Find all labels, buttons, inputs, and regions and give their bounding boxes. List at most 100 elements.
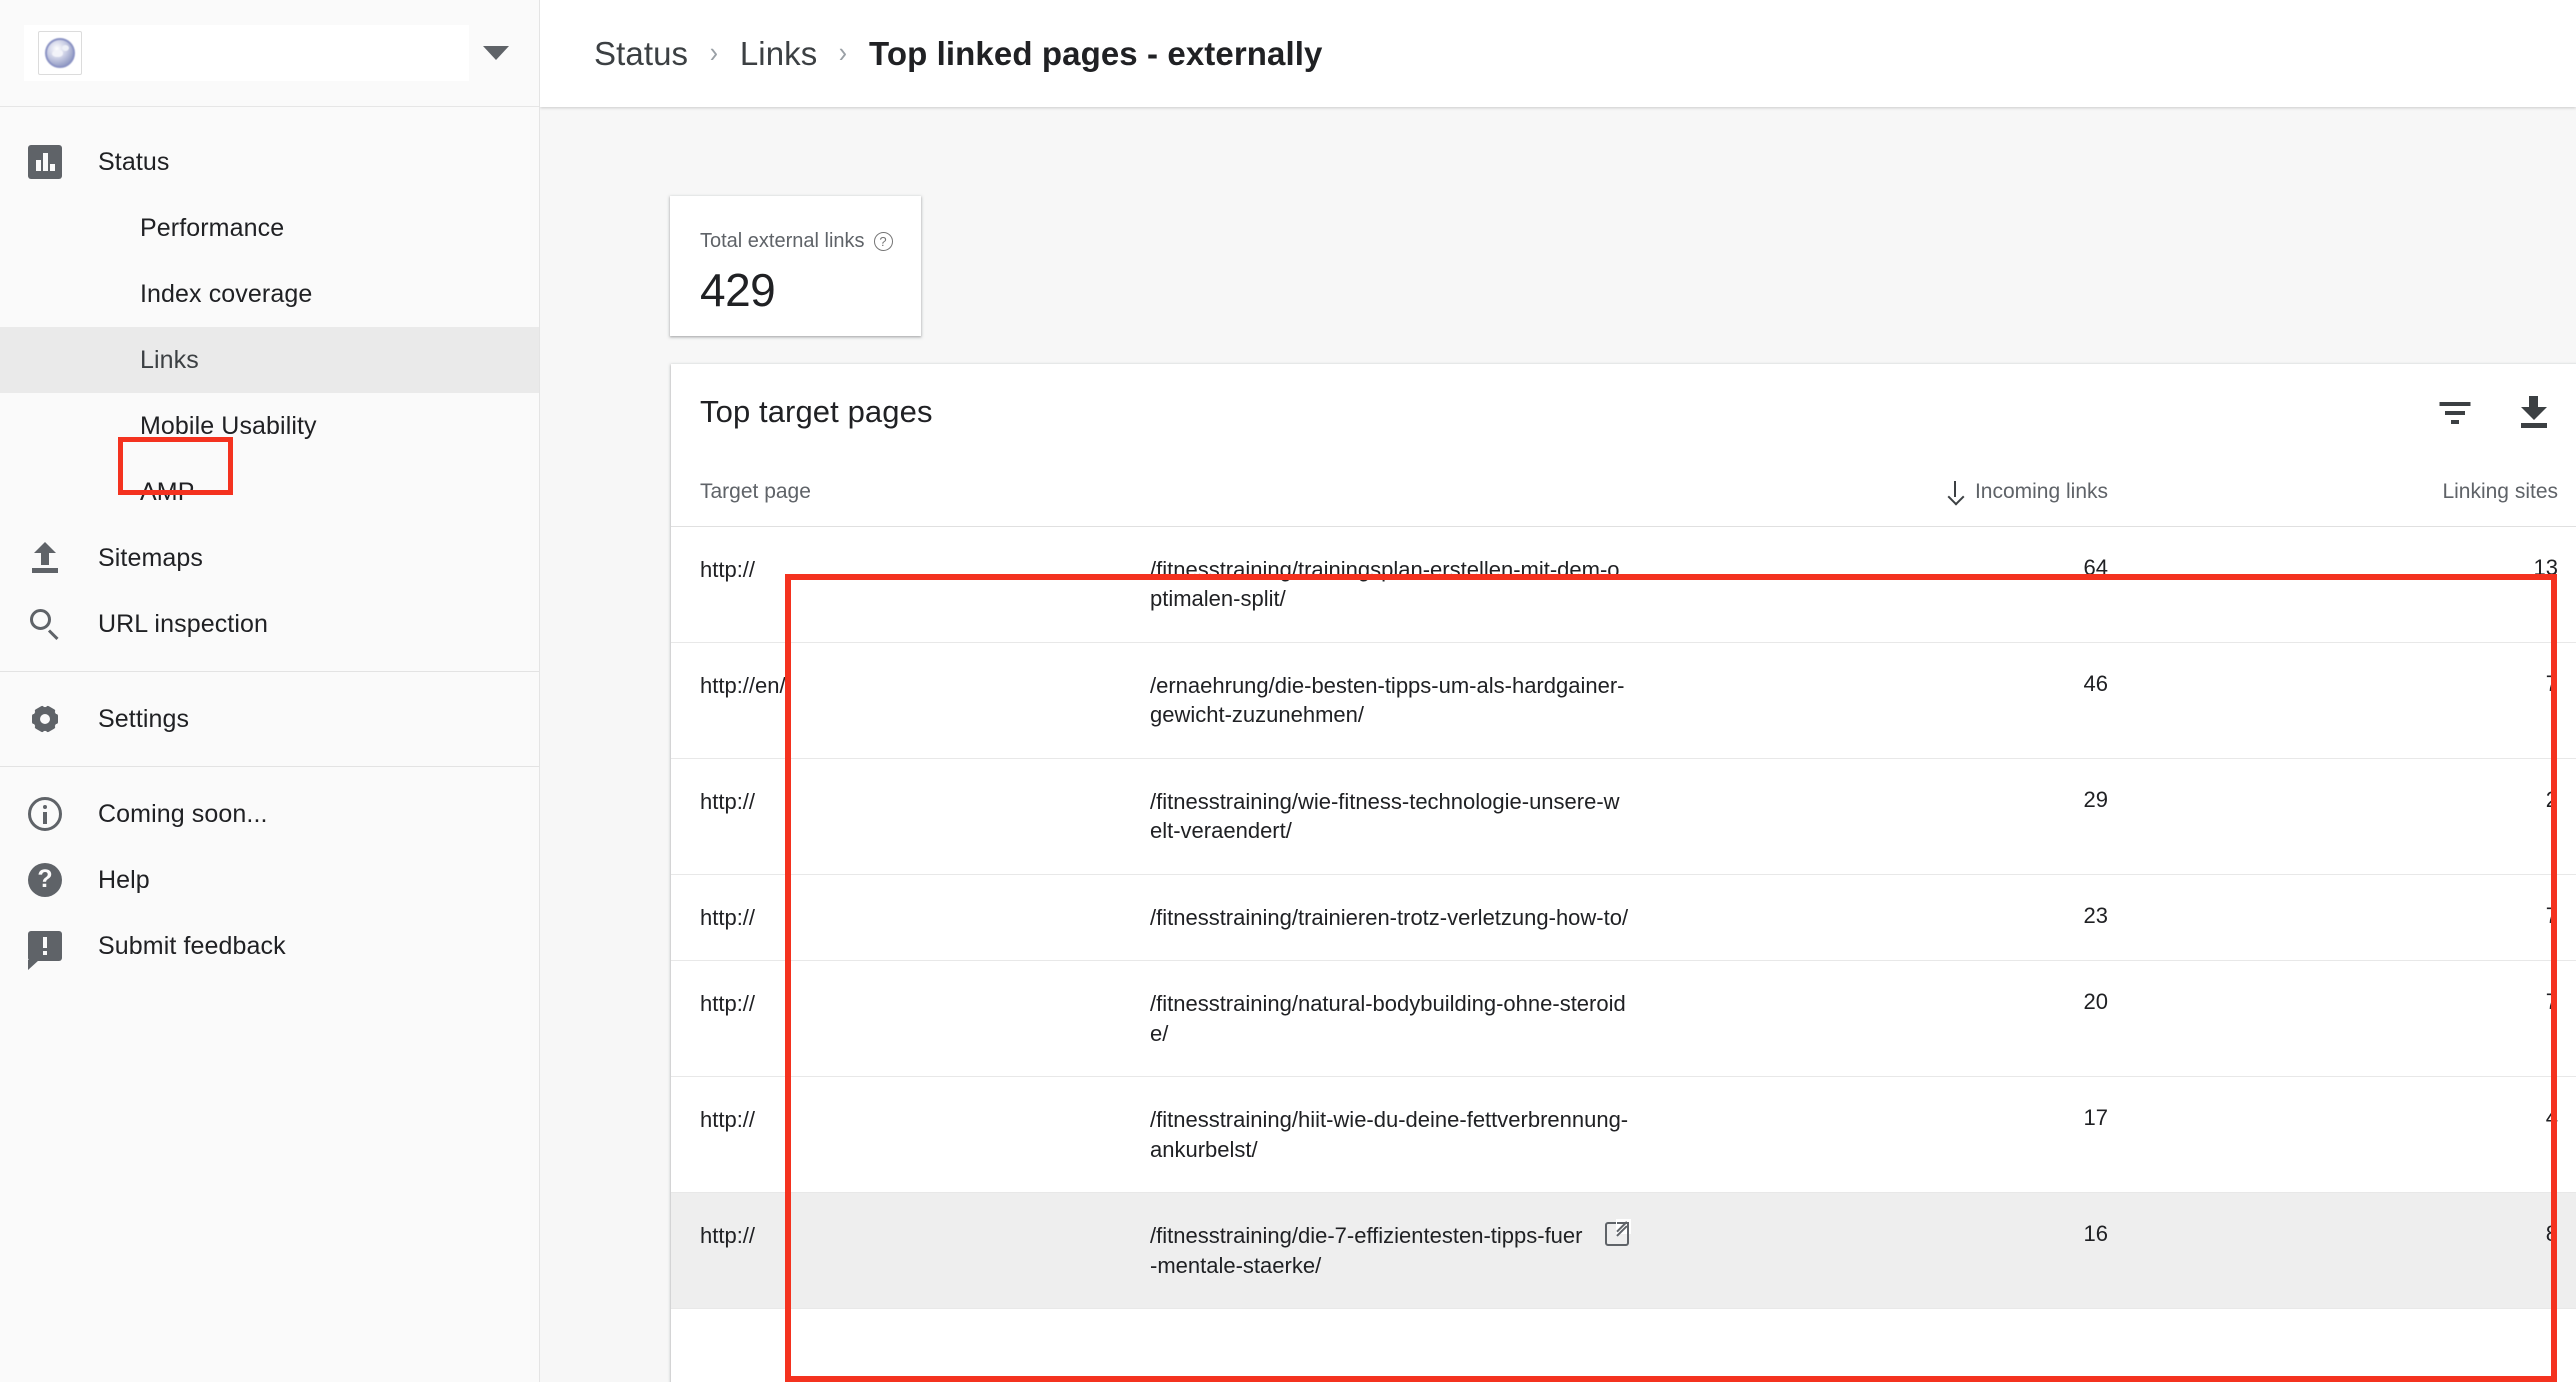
sidebar-item-url-inspection[interactable]: URL inspection (0, 591, 539, 657)
table-row[interactable]: http:// /fitnesstraining/trainieren-trot… (671, 874, 2576, 962)
cell-target-path: /fitnesstraining/wie-fitness-technologie… (1150, 758, 1629, 875)
sidebar-item-amp[interactable]: AMP (0, 459, 539, 525)
sidebar-item-label: URL inspection (98, 609, 269, 638)
top-target-pages-table: Target page Incoming links Linking sites… (671, 459, 2576, 1310)
breadcrumb-separator: › (839, 37, 848, 69)
cell-target-path: /fitnesstraining/trainieren-trotz-verlet… (1150, 874, 1629, 962)
question-mark-icon[interactable]: ? (873, 232, 893, 251)
cell-target-path: /fitnesstraining/hiit-wie-du-deine-fettv… (1150, 1076, 1629, 1194)
cell-incoming-links: 20 (1629, 960, 2108, 1078)
target-path-text: /fitnesstraining/wie-fitness-technologie… (1150, 788, 1620, 844)
breadcrumb-separator: › (709, 37, 719, 69)
column-header-incoming-links[interactable]: Incoming links (1629, 459, 2108, 527)
sidebar-item-coming-soon[interactable]: Coming soon... (0, 781, 539, 847)
sidebar-item-label: Help (98, 865, 150, 894)
sidebar-item-label: Performance (140, 213, 285, 242)
cell-linking-sites: 7 (2108, 642, 2576, 759)
property-selector[interactable] (24, 25, 469, 81)
total-external-links-card: Total external links ? 429 (670, 196, 921, 336)
column-header-linking-sites[interactable]: Linking sites (2108, 459, 2576, 527)
sidebar-item-help[interactable]: ? Help (0, 847, 539, 913)
breadcrumb-item-status[interactable]: Status (594, 35, 688, 73)
stat-label: Total external links (700, 230, 865, 252)
cell-linking-sites: 4 (2108, 1076, 2576, 1194)
table-header-row: Target page Incoming links Linking sites (671, 459, 2576, 527)
property-name (82, 33, 469, 73)
table-actions (2439, 395, 2557, 429)
chevron-down-icon[interactable] (483, 46, 509, 60)
column-header-label: Incoming links (1974, 480, 2108, 503)
cell-protocol: http:// (671, 1076, 1150, 1194)
sidebar-item-index-coverage[interactable]: Index coverage (0, 261, 539, 327)
table-row[interactable]: http://en/ /ernaehrung/die-besten-tipps-… (671, 642, 2576, 759)
table-row[interactable]: http:// /fitnesstraining/trainingsplan-e… (671, 526, 2576, 643)
sidebar-item-label: Mobile Usability (140, 411, 317, 440)
property-favicon (38, 31, 82, 75)
cell-protocol: http:// (671, 758, 1150, 875)
cell-protocol: http:// (671, 526, 1150, 643)
main-content: Status › Links › Top linked pages - exte… (540, 0, 2576, 1382)
cell-incoming-links: 46 (1629, 642, 2108, 759)
cell-incoming-links: 29 (1629, 758, 2108, 875)
sidebar-item-label: Links (140, 345, 199, 374)
sidebar-item-label: Sitemaps (98, 543, 204, 572)
sidebar-item-links[interactable]: Links (0, 327, 539, 393)
table-title: Top target pages (700, 393, 933, 429)
sidebar-item-submit-feedback[interactable]: Submit feedback (0, 913, 539, 979)
download-icon[interactable] (2517, 395, 2551, 429)
sidebar-item-label: AMP (140, 477, 195, 506)
cell-incoming-links: 23 (1629, 874, 2108, 962)
sidebar-divider-bottom (0, 766, 539, 767)
cell-target-path: /ernaehrung/die-besten-tipps-um-als-hard… (1150, 642, 1629, 759)
sidebar-item-sitemaps[interactable]: Sitemaps (0, 525, 539, 591)
cell-incoming-links: 17 (1629, 1076, 2108, 1194)
search-icon (24, 607, 66, 641)
table-body: http:// /fitnesstraining/trainingsplan-e… (671, 526, 2576, 1310)
target-path-text: /fitnesstraining/trainingsplan-erstellen… (1150, 557, 1620, 612)
target-path-text: /fitnesstraining/natural-bodybuilding-oh… (1150, 991, 1626, 1046)
cell-protocol: http:// (671, 960, 1150, 1078)
table-header-bar: Top target pages (671, 364, 2576, 459)
sidebar-item-settings[interactable]: Settings (0, 686, 539, 752)
sidebar-item-label: Submit feedback (98, 931, 286, 960)
target-path-text: /fitnesstraining/die-7-effizientesten-ti… (1150, 1223, 1583, 1278)
cell-target-path: /fitnesstraining/trainingsplan-erstellen… (1150, 526, 1629, 643)
cell-protocol: http:// (671, 874, 1150, 962)
target-path-text: /fitnesstraining/hiit-wie-du-deine-fettv… (1150, 1107, 1629, 1162)
cell-target-path: /fitnesstraining/die-7-effizientesten-ti… (1150, 1192, 1631, 1310)
sidebar-divider-top (0, 671, 539, 672)
target-path-text: /ernaehrung/die-besten-tipps-um-als-hard… (1150, 672, 1625, 728)
filter-icon[interactable] (2439, 396, 2471, 428)
upload-icon (24, 542, 66, 574)
sidebar-item-status[interactable]: Status (0, 129, 539, 195)
cell-linking-sites: 13 (2108, 526, 2576, 643)
page-title: Top linked pages - externally (869, 34, 1323, 72)
sidebar-item-performance[interactable]: Performance (0, 195, 539, 261)
gear-icon (24, 702, 66, 736)
cell-linking-sites: 7 (2108, 874, 2576, 962)
sidebar: Status Performance Index coverage Links … (0, 0, 540, 1382)
table-row[interactable]: http:// /fitnesstraining/die-7-effizient… (671, 1192, 2576, 1310)
cell-incoming-links: 16 (1629, 1192, 2108, 1310)
breadcrumb-item-links[interactable]: Links (740, 35, 818, 73)
table-row[interactable]: http:// /fitnesstraining/hiit-wie-du-dei… (671, 1076, 2576, 1194)
stat-value: 429 (700, 264, 776, 316)
cell-protocol: http://en/ (671, 642, 1150, 759)
cell-linking-sites: 2 (2108, 758, 2576, 875)
table-head: Target page Incoming links Linking sites (671, 459, 2576, 527)
arrow-down-icon (1949, 481, 1962, 502)
sidebar-item-label: Index coverage (140, 279, 313, 308)
cell-target-path: /fitnesstraining/natural-bodybuilding-oh… (1150, 960, 1629, 1078)
column-header-target-page[interactable]: Target page (671, 459, 1629, 527)
sidebar-item-label: Status (98, 147, 170, 176)
bar-chart-icon (24, 145, 66, 179)
table-row[interactable]: http:// /fitnesstraining/wie-fitness-tec… (671, 758, 2576, 875)
sidebar-item-label: Coming soon... (98, 799, 268, 828)
table-row[interactable]: http:// /fitnesstraining/natural-bodybui… (671, 960, 2576, 1078)
sidebar-item-mobile-usability[interactable]: Mobile Usability (0, 393, 539, 459)
external-link-icon[interactable] (1605, 1219, 1631, 1247)
info-icon (24, 797, 66, 831)
cell-protocol: http:// (671, 1192, 1150, 1310)
target-path-text: /fitnesstraining/trainieren-trotz-verlet… (1150, 904, 1629, 930)
feedback-icon (24, 931, 66, 970)
